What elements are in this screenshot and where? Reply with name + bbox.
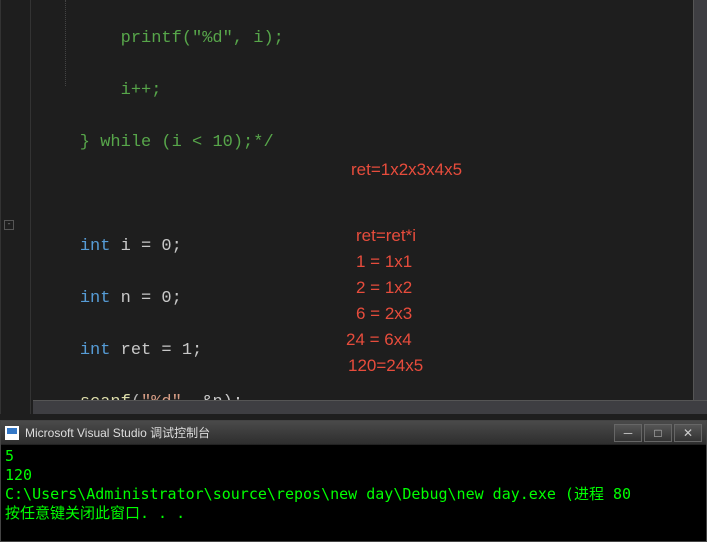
annotation-text: 6 = 2x3 bbox=[356, 304, 412, 324]
console-titlebar[interactable]: Microsoft Visual Studio 调试控制台 ─ □ ✕ bbox=[1, 421, 706, 445]
debug-console-window: Microsoft Visual Studio 调试控制台 ─ □ ✕ 5 12… bbox=[0, 420, 707, 542]
code-content[interactable]: printf("%d", i); i++; } while (i < 10);*… bbox=[1, 0, 707, 414]
vs-icon bbox=[5, 426, 19, 440]
console-line: 5 bbox=[5, 447, 14, 465]
annotation-text: ret=1x2x3x4x5 bbox=[351, 160, 462, 180]
code-text: n = 0; bbox=[110, 289, 181, 308]
console-line: C:\Users\Administrator\source\repos\new … bbox=[5, 485, 631, 503]
annotation-text: 120=24x5 bbox=[348, 356, 423, 376]
vertical-scrollbar[interactable] bbox=[693, 0, 707, 400]
horizontal-scrollbar[interactable] bbox=[33, 400, 707, 414]
console-title: Microsoft Visual Studio 调试控制台 bbox=[25, 424, 614, 441]
console-line: 按任意键关闭此窗口. . . bbox=[5, 504, 185, 522]
keyword-int: int bbox=[80, 237, 111, 256]
code-text: i++; bbox=[39, 81, 161, 100]
keyword-int: int bbox=[80, 289, 111, 308]
minimize-button[interactable]: ─ bbox=[614, 424, 642, 442]
close-button[interactable]: ✕ bbox=[674, 424, 702, 442]
annotation-text: 24 = 6x4 bbox=[346, 330, 412, 350]
code-text: printf("%d", i); bbox=[39, 29, 284, 48]
annotation-text: 1 = 1x1 bbox=[356, 252, 412, 272]
annotation-text: 2 = 1x2 bbox=[356, 278, 412, 298]
window-controls: ─ □ ✕ bbox=[614, 424, 702, 442]
console-output[interactable]: 5 120 C:\Users\Administrator\source\repo… bbox=[1, 445, 706, 541]
code-text: ret = 1; bbox=[110, 341, 202, 360]
keyword-int: int bbox=[80, 341, 111, 360]
annotation-text: ret=ret*i bbox=[356, 226, 416, 246]
console-line: 120 bbox=[5, 466, 32, 484]
code-text: } while (i < 10);*/ bbox=[39, 133, 274, 152]
code-text: i = 0; bbox=[110, 237, 181, 256]
maximize-button[interactable]: □ bbox=[644, 424, 672, 442]
code-editor[interactable]: - printf("%d", i); i++; } while (i < 10)… bbox=[0, 0, 707, 414]
